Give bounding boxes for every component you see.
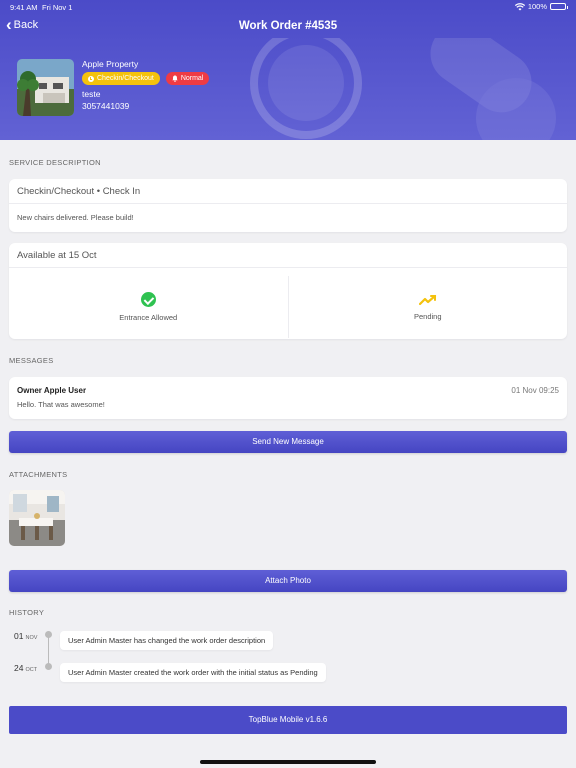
property-photo [17,59,74,116]
section-label-service: SERVICE DESCRIPTION [9,158,101,167]
status-label: Pending [413,311,442,321]
bell-icon [172,75,178,82]
message-header: Owner Apple User 01 Nov 09:25 [17,386,559,395]
battery-percent: 100% [527,2,547,11]
check-circle-icon [140,292,156,307]
history-date: 24 OCT [14,663,37,673]
message-text: Hello. That was awesome! [17,400,105,409]
history-entry: User Admin Master created the work order… [60,663,326,682]
nav-bar: ‹ Back Work Order #4535 [0,16,576,38]
home-indicator[interactable] [200,760,376,764]
message-sender: Owner Apple User [17,386,87,395]
history-timeline: 01 NOV User Admin Master has changed the … [9,630,567,690]
type-tag: Checkin/Checkout [82,72,160,85]
history-month: OCT [25,667,38,673]
message-time: 01 Nov 09:25 [511,386,559,395]
status-right: 100% [514,2,568,11]
send-message-button[interactable]: Send New Message [9,431,567,453]
service-description: New chairs delivered. Please build! [17,213,134,222]
history-month: NOV [25,635,38,641]
property-info: Apple Property Checkin/Checkout Normal t… [82,59,210,112]
history-entry: User Admin Master has changed the work o… [60,631,274,650]
status-time: 9:41 AM [10,3,38,12]
page-title: Work Order #4535 [238,20,338,32]
status-date: Fri Nov 1 [42,3,73,12]
priority-tag-label: Normal [180,75,204,82]
history-date: 01 NOV [14,631,37,641]
app-version-footer: TopBlue Mobile v1.6.6 [9,706,567,734]
entrance-status: Entrance Allowed [9,276,288,338]
history-day: 24 [14,663,24,673]
message-item[interactable]: Owner Apple User 01 Nov 09:25 Hello. Tha… [9,377,567,419]
availability-card: Available at 15 Oct Entrance Allowed Pen… [9,243,567,339]
entrance-label: Entrance Allowed [119,313,178,322]
background-decoration [250,38,556,140]
property-phone[interactable]: 3057441039 [82,100,209,112]
header-hero: 9:41 AM Fri Nov 1 100% ‹ Back Work Order… [0,0,576,140]
service-card: Checkin/Checkout • Check In New chairs d… [9,179,567,232]
section-label-attachments: ATTACHMENTS [9,470,68,479]
availability-columns: Entrance Allowed Pending [9,276,567,338]
wifi-icon [514,2,525,10]
timeline-dot [45,631,52,638]
history-day: 01 [14,631,24,641]
timeline-dot [45,663,52,670]
property-line: teste [82,89,101,99]
battery-icon [550,3,568,10]
status-bar: 9:41 AM Fri Nov 1 100% [0,0,576,14]
work-status: Pending [287,276,568,338]
priority-tag: Normal [165,72,210,85]
property-name: Apple Property [82,59,139,69]
tag-list: Checkin/Checkout Normal [82,72,210,85]
service-title: Checkin/Checkout • Check In [9,179,567,204]
trend-icon [418,294,436,305]
section-label-messages: MESSAGES [9,356,54,365]
attach-photo-button[interactable]: Attach Photo [9,570,567,592]
availability-title: Available at 15 Oct [9,243,567,268]
attachment-thumbnail[interactable] [9,490,65,546]
type-tag-label: Checkin/Checkout [97,75,154,82]
section-label-history: HISTORY [9,608,45,617]
clock-icon [88,75,94,82]
